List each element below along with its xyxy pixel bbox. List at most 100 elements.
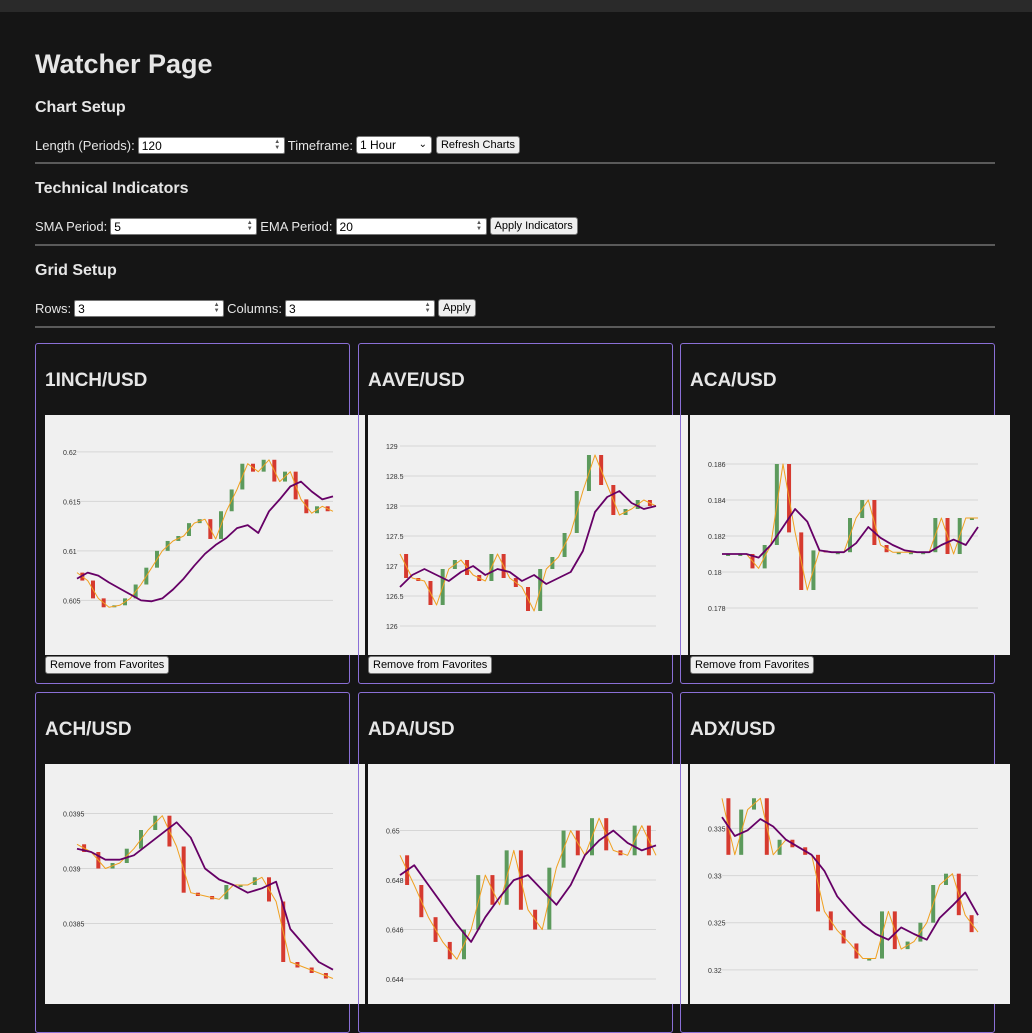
spinner-icon[interactable]: ▲ ▼ [245,220,254,233]
symbol-title: 1INCH/USD [45,370,148,391]
columns-input[interactable]: 3 ▲ ▼ [285,299,436,317]
chevron-down-icon: ⌄ [418,139,427,150]
spinner-icon[interactable]: ▲ ▼ [273,139,282,152]
y-tick-label: 0.186 [708,462,726,469]
length-input[interactable]: 120 ▲ ▼ [137,136,285,154]
ema-line [721,816,979,941]
y-tick-label: 0.605 [63,598,81,605]
remove-from-favorites-button[interactable]: Remove from Favorites [368,656,493,674]
length-value: 120 [141,138,162,153]
divider [35,326,995,328]
chart-card: ACH/USD 0.0395 0.039 0.0385 [35,692,365,1033]
browser-top-bar [0,0,1032,12]
symbol-title: ACA/USD [690,370,777,391]
apply-indicators-button[interactable]: Apply Indicators [489,217,578,235]
symbol-title: ADX/USD [690,719,776,740]
technical-indicators-heading: Technical Indicators [35,180,189,197]
y-tick-label: 0.18 [708,570,722,577]
chart-svg: 0.335 0.33 0.325 0.32 [708,797,979,975]
y-tick-label: 0.178 [708,606,726,613]
symbol-title: ADA/USD [368,719,455,740]
y-tick-label: 0.335 [708,826,726,833]
sma-line [76,815,334,979]
y-tick-label: 0.61 [63,549,77,556]
columns-label: Columns: [227,300,283,316]
divider [35,244,995,246]
spinner-icon[interactable]: ▲ ▼ [475,220,484,233]
grid-setup-heading: Grid Setup [35,262,117,279]
y-tick-label: 0.32 [708,968,722,975]
grid-setup-row: Rows: 3 ▲ ▼ Columns: 3 ▲ ▼ Apply [35,298,995,318]
ema-line [399,490,657,588]
columns-value: 3 [289,301,296,316]
price-chart[interactable]: 0.335 0.33 0.325 0.32 [690,764,1010,1004]
y-tick-label: 0.648 [386,878,404,885]
watcher-page: Watcher Page Chart Setup Length (Periods… [35,12,995,328]
y-tick-label: 0.0385 [63,922,85,929]
y-tick-label: 0.184 [708,498,726,505]
symbol-title: ACH/USD [45,719,132,740]
spinner-icon[interactable]: ▲ ▼ [423,302,432,315]
symbol-title: AAVE/USD [368,370,465,391]
chart-card: ADA/USD 0.65 0.648 0.646 0.644 [358,692,688,1033]
chart-card: ADX/USD 0.335 0.33 0.325 0.32 [680,692,1010,1033]
y-tick-label: 0.644 [386,977,404,984]
price-chart[interactable]: 0.186 0.184 0.182 0.18 0.178 [690,415,1010,655]
apply-grid-button[interactable]: Apply [438,299,476,317]
y-tick-label: 0.65 [386,829,400,836]
chart-svg: 0.186 0.184 0.182 0.18 0.178 [708,462,979,613]
y-tick-label: 126 [386,624,398,631]
timeframe-value: 1 Hour [359,138,397,152]
indicators-row: SMA Period: 5 ▲ ▼ EMA Period: 20 ▲ ▼ Apply I… [35,216,995,236]
ema-line [76,480,334,603]
timeframe-select[interactable]: 1 Hour ⌄ [355,136,432,154]
chart-card: AAVE/USD 129 128.5 128 127.5 127 126.5 126 Rem… [358,343,688,684]
refresh-charts-button[interactable]: Refresh Charts [435,136,520,154]
ema-label: EMA Period: [260,218,333,234]
sma-line [721,797,979,959]
chart-svg: 0.62 0.615 0.61 0.605 [63,450,334,608]
y-tick-label: 128.5 [386,474,404,481]
chart-setup-heading: Chart Setup [35,99,126,116]
y-tick-label: 127.5 [386,534,404,541]
rows-label: Rows: [35,300,72,316]
y-tick-label: 0.62 [63,450,77,457]
rows-input[interactable]: 3 ▲ ▼ [74,299,225,317]
sma-label: SMA Period: [35,218,108,234]
sma-line [399,817,657,960]
sma-value: 5 [114,219,121,234]
y-tick-label: 0.325 [708,921,726,928]
divider [35,162,995,164]
remove-from-favorites-button[interactable]: Remove from Favorites [45,656,170,674]
y-tick-label: 0.33 [708,874,722,881]
y-tick-label: 0.182 [708,534,726,541]
chart-card: 1INCH/USD 0.62 0.615 0.61 0.605 Remove from… [35,343,365,684]
y-tick-label: 129 [386,444,398,451]
y-tick-label: 127 [386,564,398,571]
price-chart[interactable]: 0.65 0.648 0.646 0.644 [368,764,688,1004]
spinner-icon[interactable]: ▲ ▼ [212,302,221,315]
price-chart[interactable]: 129 128.5 128 127.5 127 126.5 126 [368,415,688,655]
y-tick-label: 0.646 [386,928,404,935]
y-tick-label: 128 [386,504,398,511]
chart-svg: 0.0395 0.039 0.0385 [63,812,334,979]
price-chart[interactable]: 0.0395 0.039 0.0385 [45,764,365,1004]
remove-from-favorites-button[interactable]: Remove from Favorites [690,656,815,674]
rows-value: 3 [78,301,85,316]
price-chart[interactable]: 0.62 0.615 0.61 0.605 [45,415,365,655]
chart-card: ACA/USD 0.186 0.184 0.182 0.18 0.178 Remove … [680,343,1010,684]
ema-value: 20 [339,219,353,234]
ema-line [399,829,657,943]
page-title: Watcher Page [35,49,213,79]
y-tick-label: 0.039 [63,867,81,874]
chart-svg: 129 128.5 128 127.5 127 126.5 126 [386,444,657,631]
timeframe-label: Timeframe: [287,137,353,153]
ema-input[interactable]: 20 ▲ ▼ [335,217,487,235]
y-tick-label: 0.615 [63,499,81,506]
sma-input[interactable]: 5 ▲ ▼ [110,217,258,235]
chart-svg: 0.65 0.648 0.646 0.644 [386,817,657,984]
length-label: Length (Periods): [35,137,135,153]
chart-setup-row: Length (Periods): 120 ▲ ▼ Timeframe: 1 Hou… [35,135,995,155]
y-tick-label: 0.0395 [63,812,85,819]
y-tick-label: 126.5 [386,594,404,601]
